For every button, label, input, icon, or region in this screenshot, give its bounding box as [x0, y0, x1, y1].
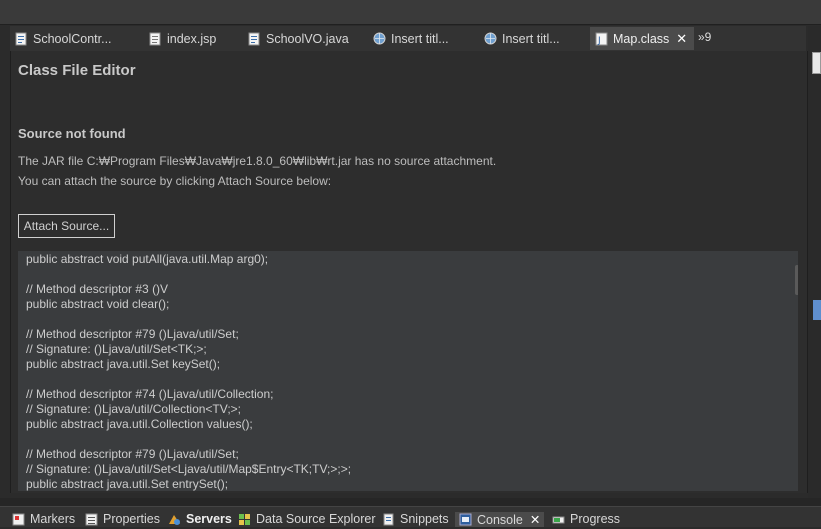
code-line: public abstract java.util.Set entrySet()…	[26, 477, 229, 491]
markers-icon	[12, 513, 25, 526]
tab-label: Snippets	[400, 512, 449, 526]
tab-school-controller[interactable]: SchoolContr...	[14, 27, 112, 50]
code-line: // Signature: ()Ljava/util/Collection<TV…	[26, 402, 241, 416]
tab-label: Progress	[570, 512, 621, 526]
code-line: public abstract void putAll(java.util.Ma…	[26, 252, 269, 266]
class-file-editor: Class File Editor Source not found The J…	[10, 51, 808, 493]
tab-label: Console	[477, 512, 523, 527]
tab-properties[interactable]: Properties	[85, 512, 160, 526]
tab-insert-title-1[interactable]: Insert titl...	[372, 27, 449, 50]
source-not-found-heading: Source not found	[18, 126, 126, 141]
tab-snippets[interactable]: Snippets	[382, 512, 449, 526]
tab-label: index.jsp	[167, 31, 217, 46]
tab-label: SchoolContr...	[33, 31, 112, 46]
close-icon[interactable]: ✕	[676, 31, 687, 47]
progress-icon	[552, 513, 565, 526]
close-icon[interactable]: ✕	[530, 512, 540, 527]
tab-insert-title-2[interactable]: Insert titl...	[483, 27, 560, 50]
attach-instructions: You can attach the source by clicking At…	[18, 174, 332, 188]
bottom-view-tab-bar: Markers Properties Servers Data Source E…	[0, 506, 821, 527]
tab-label: Map.class	[613, 31, 670, 46]
data-source-icon	[238, 513, 251, 526]
svg-text:J: J	[597, 36, 601, 46]
tab-progress[interactable]: Progress	[552, 512, 620, 526]
tab-label: Data Source Explorer	[256, 512, 376, 526]
editor-title: Class File Editor	[18, 62, 136, 79]
tab-label: Servers	[186, 512, 232, 526]
bytecode-viewer[interactable]: public abstract void putAll(java.util.Ma…	[18, 251, 798, 491]
java-source-icon	[14, 32, 28, 46]
tab-label: Properties	[103, 512, 160, 526]
properties-icon	[85, 513, 98, 526]
tab-servers[interactable]: Servers	[168, 512, 232, 526]
tab-label: Insert titl...	[502, 31, 560, 46]
code-line: // Signature: ()Ljava/util/Set<Ljava/uti…	[26, 462, 352, 476]
window-top-strip	[0, 0, 821, 25]
tab-map-class[interactable]: J Map.class ✕	[590, 27, 694, 50]
tab-label: Insert titl...	[391, 31, 449, 46]
right-side-panel	[808, 26, 821, 498]
tab-markers[interactable]: Markers	[12, 512, 75, 526]
tab-console[interactable]: Console ✕	[455, 512, 545, 527]
console-icon	[459, 513, 472, 526]
tab-label: Markers	[30, 512, 76, 526]
tab-data-source-explorer[interactable]: Data Source Explorer	[238, 512, 376, 526]
code-line: public abstract void clear();	[26, 297, 170, 311]
web-browser-icon	[483, 32, 497, 46]
vertical-scrollbar-thumb[interactable]	[795, 265, 798, 295]
tab-index-jsp[interactable]: index.jsp	[148, 27, 216, 50]
code-line: // Signature: ()Ljava/util/Set<TK;>;	[26, 342, 207, 356]
tab-label: SchoolVO.java	[266, 31, 349, 46]
jar-message: The JAR file C:₩Program Files₩Java₩jre1.…	[18, 154, 497, 168]
code-line: // Method descriptor #3 ()V	[26, 282, 169, 296]
view-separator[interactable]	[0, 498, 821, 506]
class-file-icon: J	[594, 32, 608, 46]
code-line: // Method descriptor #74 ()Ljava/util/Co…	[26, 387, 274, 401]
tab-overflow-button[interactable]: »9	[698, 30, 711, 44]
editor-tab-bar: SchoolContr... index.jsp SchoolVO.java I…	[10, 26, 806, 52]
snippets-icon	[382, 513, 395, 526]
minimized-view-button[interactable]	[812, 52, 821, 74]
tab-school-vo[interactable]: SchoolVO.java	[247, 27, 349, 50]
side-view-icon[interactable]	[813, 300, 821, 320]
web-browser-icon	[372, 32, 386, 46]
servers-icon	[168, 513, 181, 526]
code-line: public abstract java.util.Set keySet();	[26, 357, 221, 371]
code-line: // Method descriptor #79 ()Ljava/util/Se…	[26, 327, 239, 341]
jsp-file-icon	[148, 32, 162, 46]
code-line: // Method descriptor #79 ()Ljava/util/Se…	[26, 447, 239, 461]
code-line: public abstract java.util.Collection val…	[26, 417, 253, 431]
java-source-icon	[247, 32, 261, 46]
attach-source-button[interactable]: Attach Source...	[18, 214, 115, 238]
